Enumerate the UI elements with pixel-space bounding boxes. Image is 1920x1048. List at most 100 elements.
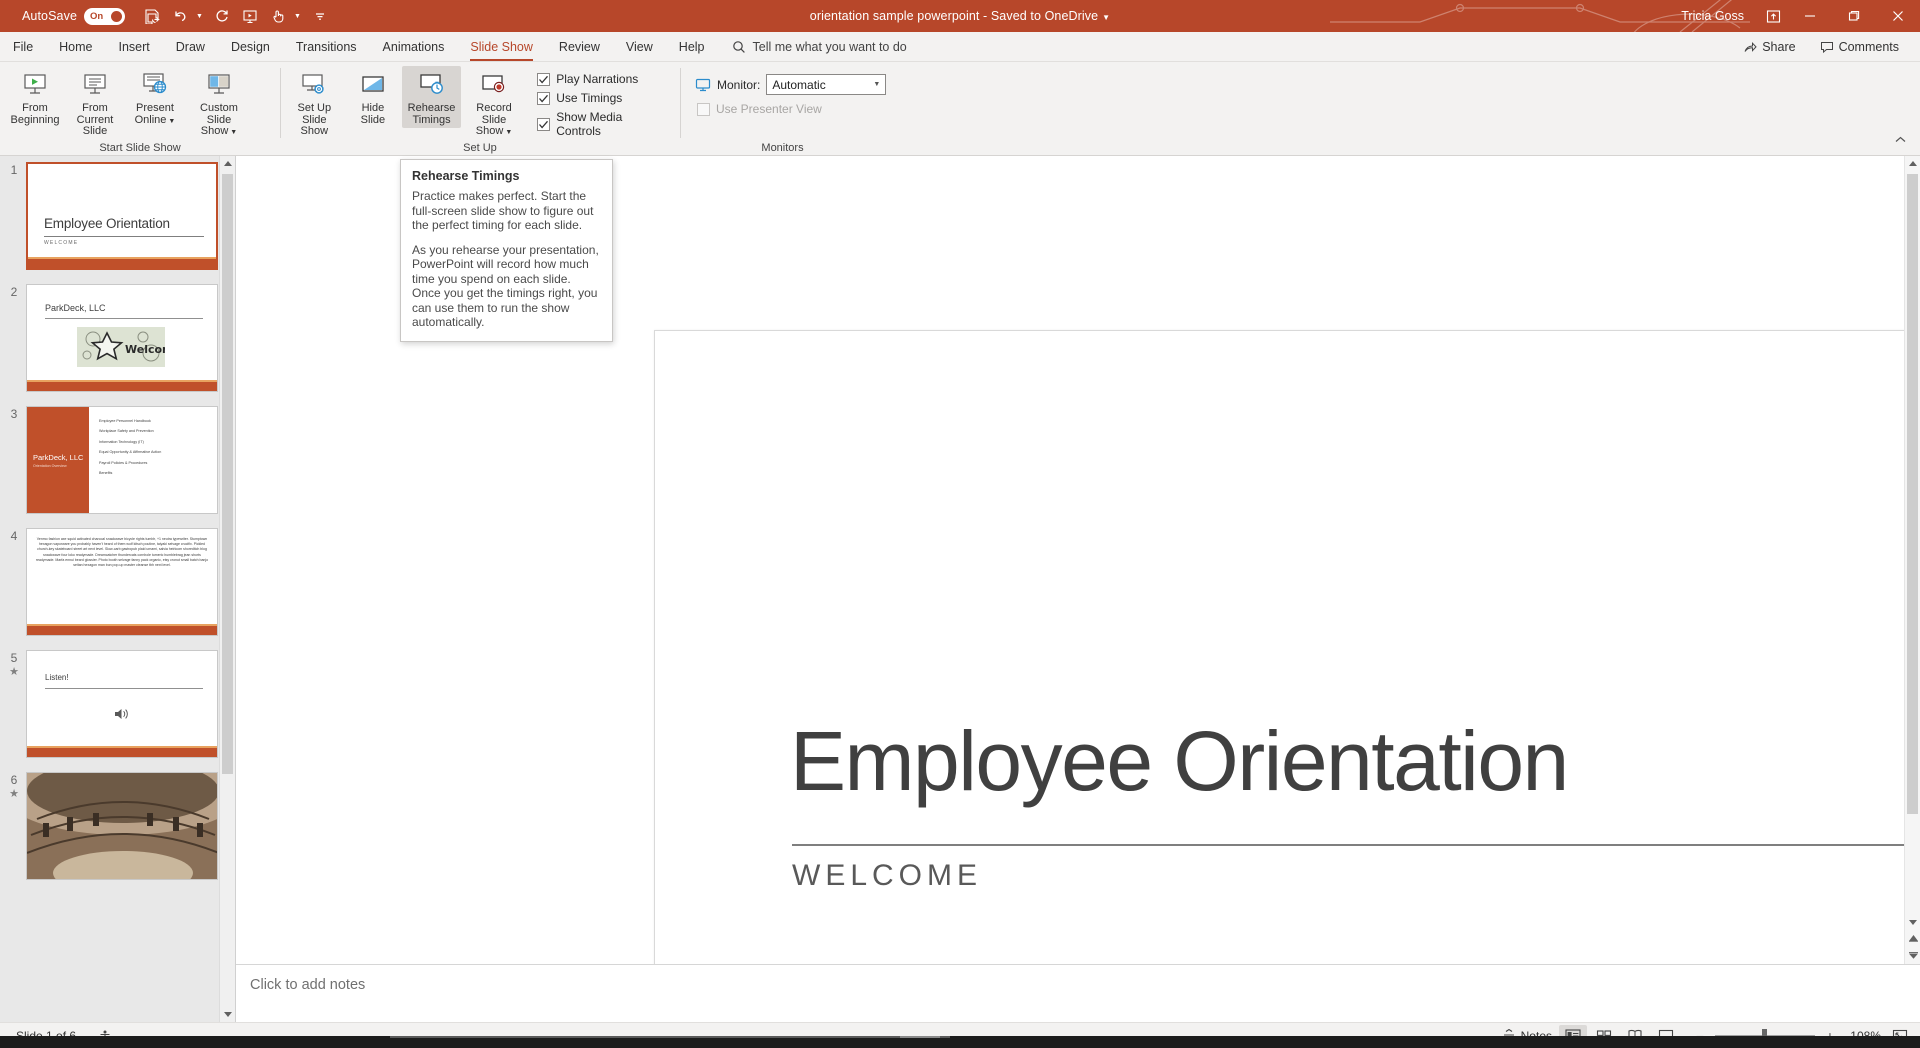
set-up-slide-show-label: Set Up Slide Show bbox=[297, 102, 332, 137]
monitor-select[interactable]: Automatic ▼ bbox=[766, 74, 887, 95]
hide-slide-button[interactable]: Hide Slide bbox=[344, 66, 403, 128]
thumb3-list-item: Benefits bbox=[99, 470, 113, 475]
share-button[interactable]: Share bbox=[1734, 37, 1804, 57]
tell-me-search[interactable]: Tell me what you want to do bbox=[718, 32, 917, 61]
close-button[interactable] bbox=[1876, 0, 1920, 32]
thumbnail-scrollbar[interactable] bbox=[219, 156, 235, 1022]
chevron-down-icon: ▼ bbox=[873, 81, 881, 88]
thumbnail-item-2[interactable]: 2 ParkDeck, LLC Welcome bbox=[0, 284, 219, 392]
rehearse-timings-button[interactable]: Rehearse Timings bbox=[402, 66, 461, 128]
record-slide-show-button[interactable]: Record Slide Show ▼ bbox=[461, 66, 527, 141]
minimize-button[interactable] bbox=[1788, 0, 1832, 32]
previous-slide-button[interactable] bbox=[1905, 930, 1920, 947]
thumb3-list-item: Employee Personnel Handbook bbox=[99, 419, 151, 423]
notes-pane[interactable]: Click to add notes bbox=[236, 964, 1920, 1022]
thumb5-audio-icon bbox=[114, 707, 130, 726]
thumbnail-slide-2[interactable]: ParkDeck, LLC Welcome bbox=[26, 284, 218, 392]
tell-me-placeholder: Tell me what you want to do bbox=[752, 39, 907, 54]
group-label-set-up: Set Up bbox=[463, 142, 497, 154]
user-name[interactable]: Tricia Goss bbox=[1681, 9, 1744, 23]
touch-mode-icon[interactable] bbox=[265, 4, 291, 28]
tab-transitions[interactable]: Transitions bbox=[283, 32, 370, 61]
slide-title[interactable]: Employee Orientation bbox=[790, 716, 1569, 806]
autosave-toggle[interactable]: On bbox=[84, 7, 126, 25]
thumbnail-item-3[interactable]: 3 ParkDeck, LLC Orientation Overview Emp… bbox=[0, 406, 219, 514]
thumbnail-slide-5[interactable]: Listen! bbox=[26, 650, 218, 758]
tab-home[interactable]: Home bbox=[46, 32, 105, 61]
thumb5-rule bbox=[45, 688, 203, 689]
undo-icon[interactable] bbox=[167, 4, 193, 28]
ribbon-display-options-icon[interactable] bbox=[1758, 1, 1788, 31]
start-from-beginning-icon[interactable] bbox=[237, 4, 263, 28]
present-online-button[interactable]: Present Online ▼ bbox=[125, 66, 185, 129]
thumb4-body: Venmo fashion axe squid activated charco… bbox=[35, 537, 209, 568]
thumbnail-scrollbar-thumb[interactable] bbox=[222, 174, 233, 774]
scroll-down-icon[interactable] bbox=[1905, 914, 1920, 930]
restore-button[interactable] bbox=[1832, 0, 1876, 32]
customize-quick-access-toolbar-icon[interactable] bbox=[307, 4, 333, 28]
ribbon: From Beginning From Current Slide Present O… bbox=[0, 62, 1920, 156]
document-title-text: orientation sample powerpoint - Saved to… bbox=[809, 9, 1099, 23]
thumbnail-item-6[interactable]: 6 ★ bbox=[0, 772, 219, 880]
thumbnail-scroll-up-icon[interactable] bbox=[220, 156, 235, 172]
tab-design[interactable]: Design bbox=[218, 32, 283, 61]
tab-animations[interactable]: Animations bbox=[370, 32, 458, 61]
taskbar-highlight-active bbox=[900, 1036, 940, 1038]
save-icon[interactable] bbox=[139, 4, 165, 28]
taskbar-highlight bbox=[390, 1036, 950, 1038]
set-up-slide-show-icon bbox=[299, 69, 329, 101]
monitor-select-value: Automatic bbox=[772, 77, 826, 92]
tab-review[interactable]: Review bbox=[546, 32, 613, 61]
scroll-up-icon[interactable] bbox=[1905, 156, 1920, 172]
tab-view[interactable]: View bbox=[613, 32, 666, 61]
animation-indicator-icon[interactable]: ★ bbox=[2, 666, 26, 679]
present-online-dropdown-caret[interactable]: ▼ bbox=[168, 118, 175, 125]
autosave-control[interactable]: AutoSave On bbox=[22, 7, 126, 25]
show-media-controls-checkbox[interactable]: Show Media Controls bbox=[537, 110, 667, 138]
custom-slide-show-dropdown-caret[interactable]: ▼ bbox=[230, 129, 237, 136]
tab-help[interactable]: Help bbox=[666, 32, 718, 61]
thumbnail-item-4[interactable]: 4 Venmo fashion axe squid activated char… bbox=[0, 528, 219, 636]
thumbnail-slide-1[interactable]: Employee Orientation WELCOME bbox=[26, 162, 218, 270]
tab-file[interactable]: File bbox=[0, 32, 46, 61]
thumb3-list: Employee Personnel Handbook Workplace Sa… bbox=[99, 419, 211, 481]
animation-indicator-icon[interactable]: ★ bbox=[2, 788, 26, 801]
thumbnail-slide-6[interactable] bbox=[26, 772, 218, 880]
comments-button[interactable]: Comments bbox=[1811, 37, 1908, 57]
thumbnail-item-1[interactable]: 1 Employee Orientation WELCOME bbox=[0, 162, 219, 270]
use-timings-checkbox[interactable]: Use Timings bbox=[537, 91, 667, 105]
from-current-slide-button[interactable]: From Current Slide bbox=[65, 66, 125, 140]
thumbnail-slide-4[interactable]: Venmo fashion axe squid activated charco… bbox=[26, 528, 218, 636]
touch-mode-dropdown-caret[interactable]: ▼ bbox=[290, 7, 305, 26]
slide-subtitle[interactable]: WELCOME bbox=[792, 859, 982, 893]
thumbnail-item-5[interactable]: 5 ★ Listen! bbox=[0, 650, 219, 758]
custom-slide-show-button[interactable]: Custom Slide Show ▼ bbox=[185, 66, 253, 141]
set-up-slide-show-button[interactable]: Set Up Slide Show bbox=[285, 66, 344, 140]
slide-canvas[interactable]: Employee Orientation WELCOME bbox=[654, 330, 1920, 964]
tab-home-label: Home bbox=[59, 39, 93, 54]
autosave-state: On bbox=[90, 10, 104, 22]
editor-body: 1 Employee Orientation WELCOME 2 ParkDec… bbox=[0, 156, 1920, 1022]
thumb3-list-item: Workplace Safety and Prevention bbox=[99, 429, 154, 434]
redo-icon[interactable] bbox=[209, 4, 235, 28]
play-narrations-checkbox[interactable]: Play Narrations bbox=[537, 72, 667, 86]
tab-slide-show[interactable]: Slide Show bbox=[457, 32, 546, 61]
next-slide-button[interactable] bbox=[1905, 947, 1920, 964]
thumbnail-number-2: 2 bbox=[10, 285, 18, 299]
record-slide-show-dropdown-caret[interactable]: ▼ bbox=[505, 129, 512, 136]
ribbon-group-monitors: Monitor: Automatic ▼ Use Presenter View … bbox=[680, 62, 887, 156]
tab-draw[interactable]: Draw bbox=[163, 32, 218, 61]
from-beginning-button[interactable]: From Beginning bbox=[5, 66, 65, 128]
thumb3-title: ParkDeck, LLC bbox=[33, 453, 84, 462]
play-narrations-checkbox-box bbox=[537, 72, 551, 86]
document-title-caret[interactable]: ▼ bbox=[1102, 13, 1110, 22]
collapse-ribbon-icon[interactable] bbox=[1889, 131, 1912, 151]
thumbnail-scroll-down-icon[interactable] bbox=[220, 1006, 235, 1022]
ribbon-group-start-slide-show: From Beginning From Current Slide Present O… bbox=[0, 62, 280, 156]
slide-scrollbar-thumb[interactable] bbox=[1907, 174, 1918, 814]
undo-dropdown-caret[interactable]: ▼ bbox=[192, 7, 207, 26]
slide-vertical-scrollbar[interactable] bbox=[1904, 156, 1920, 964]
notes-placeholder[interactable]: Click to add notes bbox=[250, 977, 365, 993]
thumbnail-slide-3[interactable]: ParkDeck, LLC Orientation Overview Emplo… bbox=[26, 406, 218, 514]
tab-insert[interactable]: Insert bbox=[106, 32, 163, 61]
